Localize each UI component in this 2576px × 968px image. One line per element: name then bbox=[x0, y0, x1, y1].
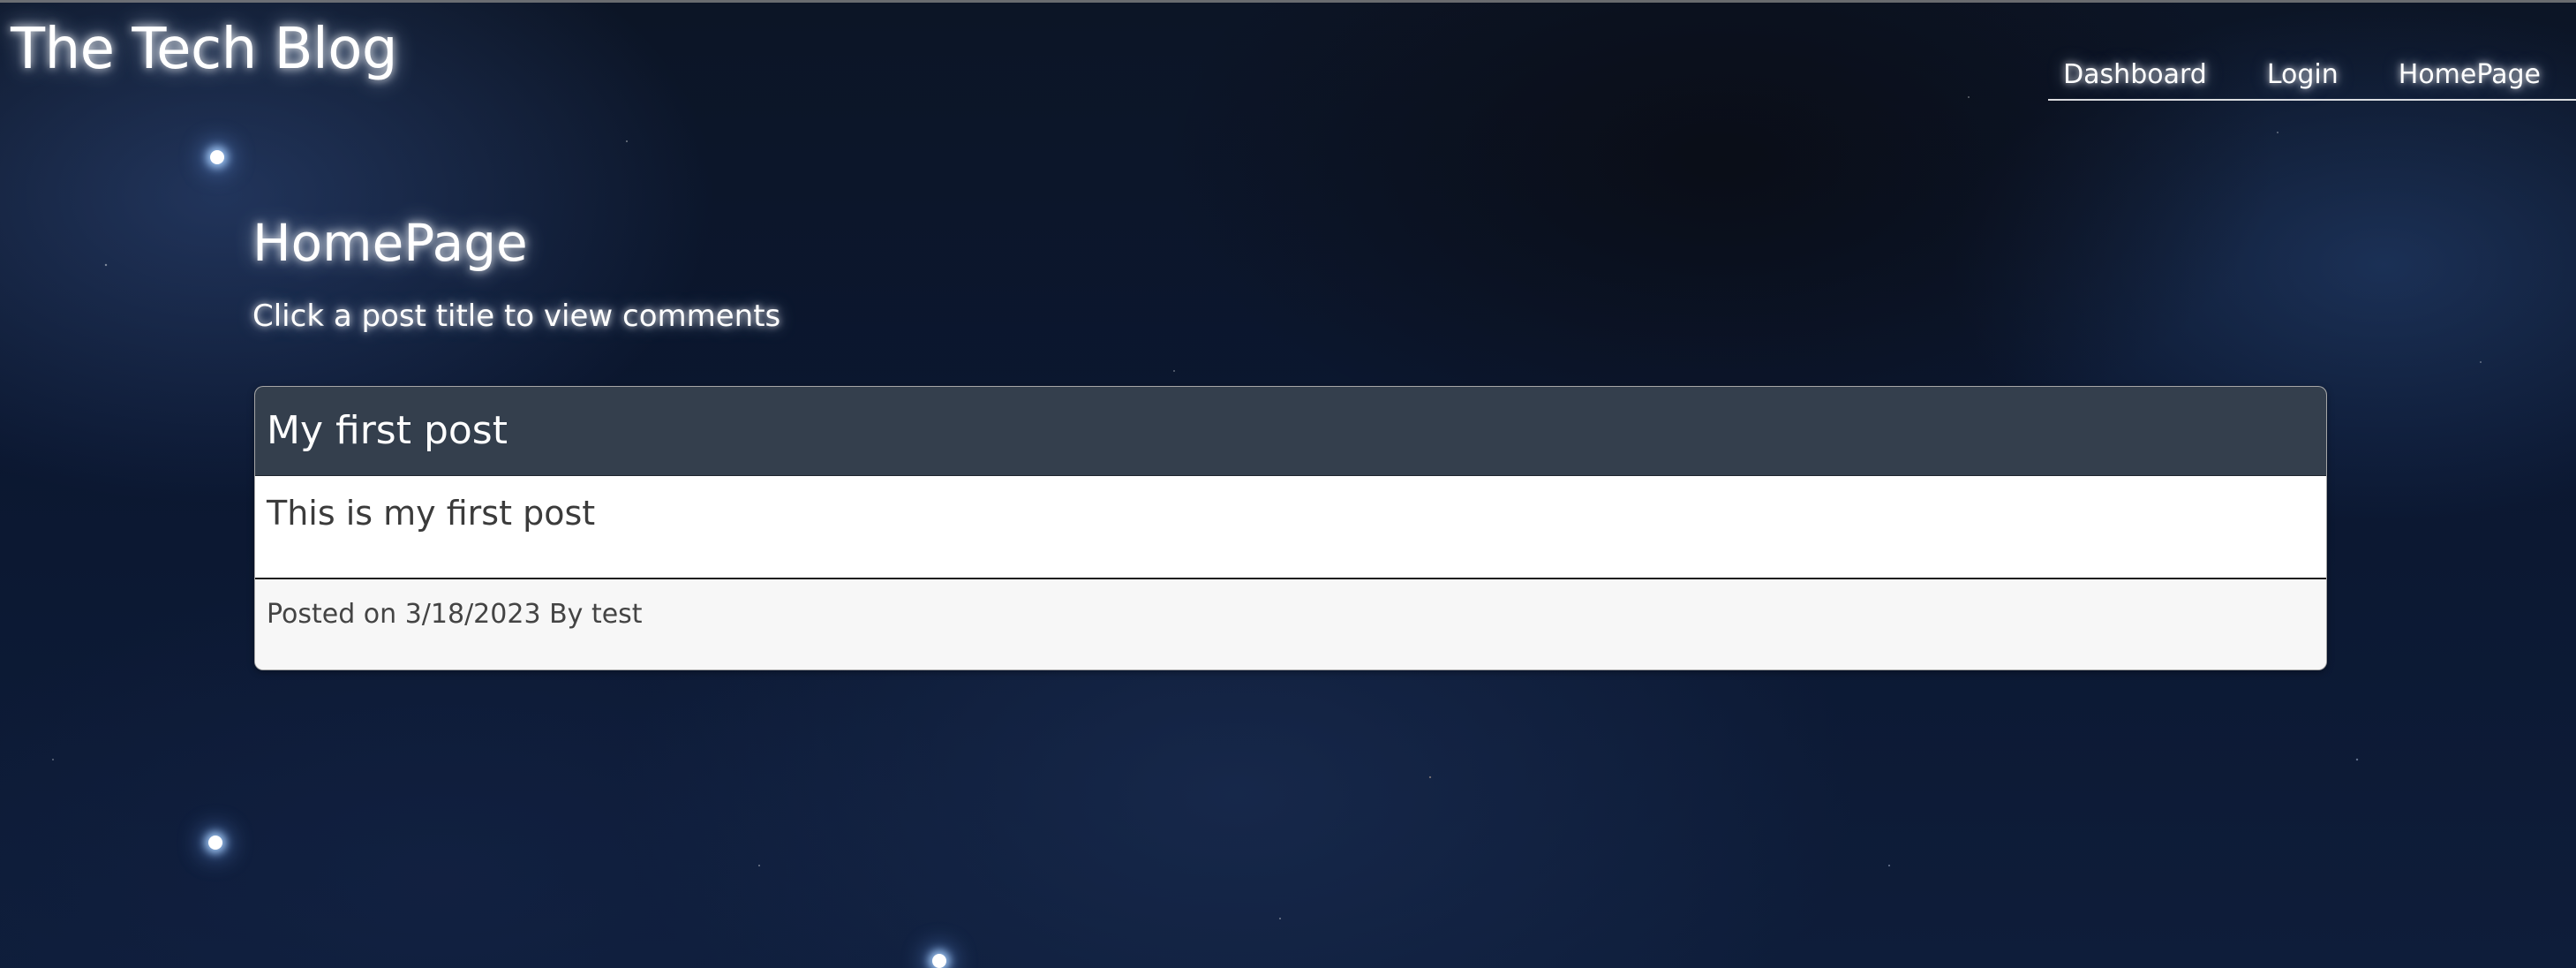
nav-dashboard-link[interactable]: Dashboard bbox=[2063, 62, 2207, 88]
post-body: This is my first post bbox=[255, 476, 2326, 579]
post-footer: Posted on 3/18/2023 By test bbox=[255, 579, 2326, 669]
site-brand: The Tech Blog bbox=[11, 17, 398, 82]
page-title: HomePage bbox=[252, 213, 528, 273]
bright-star-2 bbox=[208, 836, 222, 850]
nav-login-link[interactable]: Login bbox=[2267, 62, 2339, 88]
post-header: My first post bbox=[255, 387, 2326, 476]
post-meta: Posted on 3/18/2023 By test bbox=[267, 599, 643, 630]
nav-homepage-link[interactable]: HomePage bbox=[2399, 62, 2541, 88]
top-navigation: Dashboard Login HomePage bbox=[2048, 51, 2576, 101]
top-border bbox=[0, 0, 2576, 3]
post-content: This is my first post bbox=[267, 494, 596, 533]
post-card: My first post This is my first post Post… bbox=[254, 386, 2327, 670]
post-title-link[interactable]: My first post bbox=[267, 412, 508, 450]
page-subtitle: Click a post title to view comments bbox=[252, 299, 781, 334]
bright-star-1 bbox=[210, 150, 224, 164]
bright-star-3 bbox=[932, 954, 946, 968]
